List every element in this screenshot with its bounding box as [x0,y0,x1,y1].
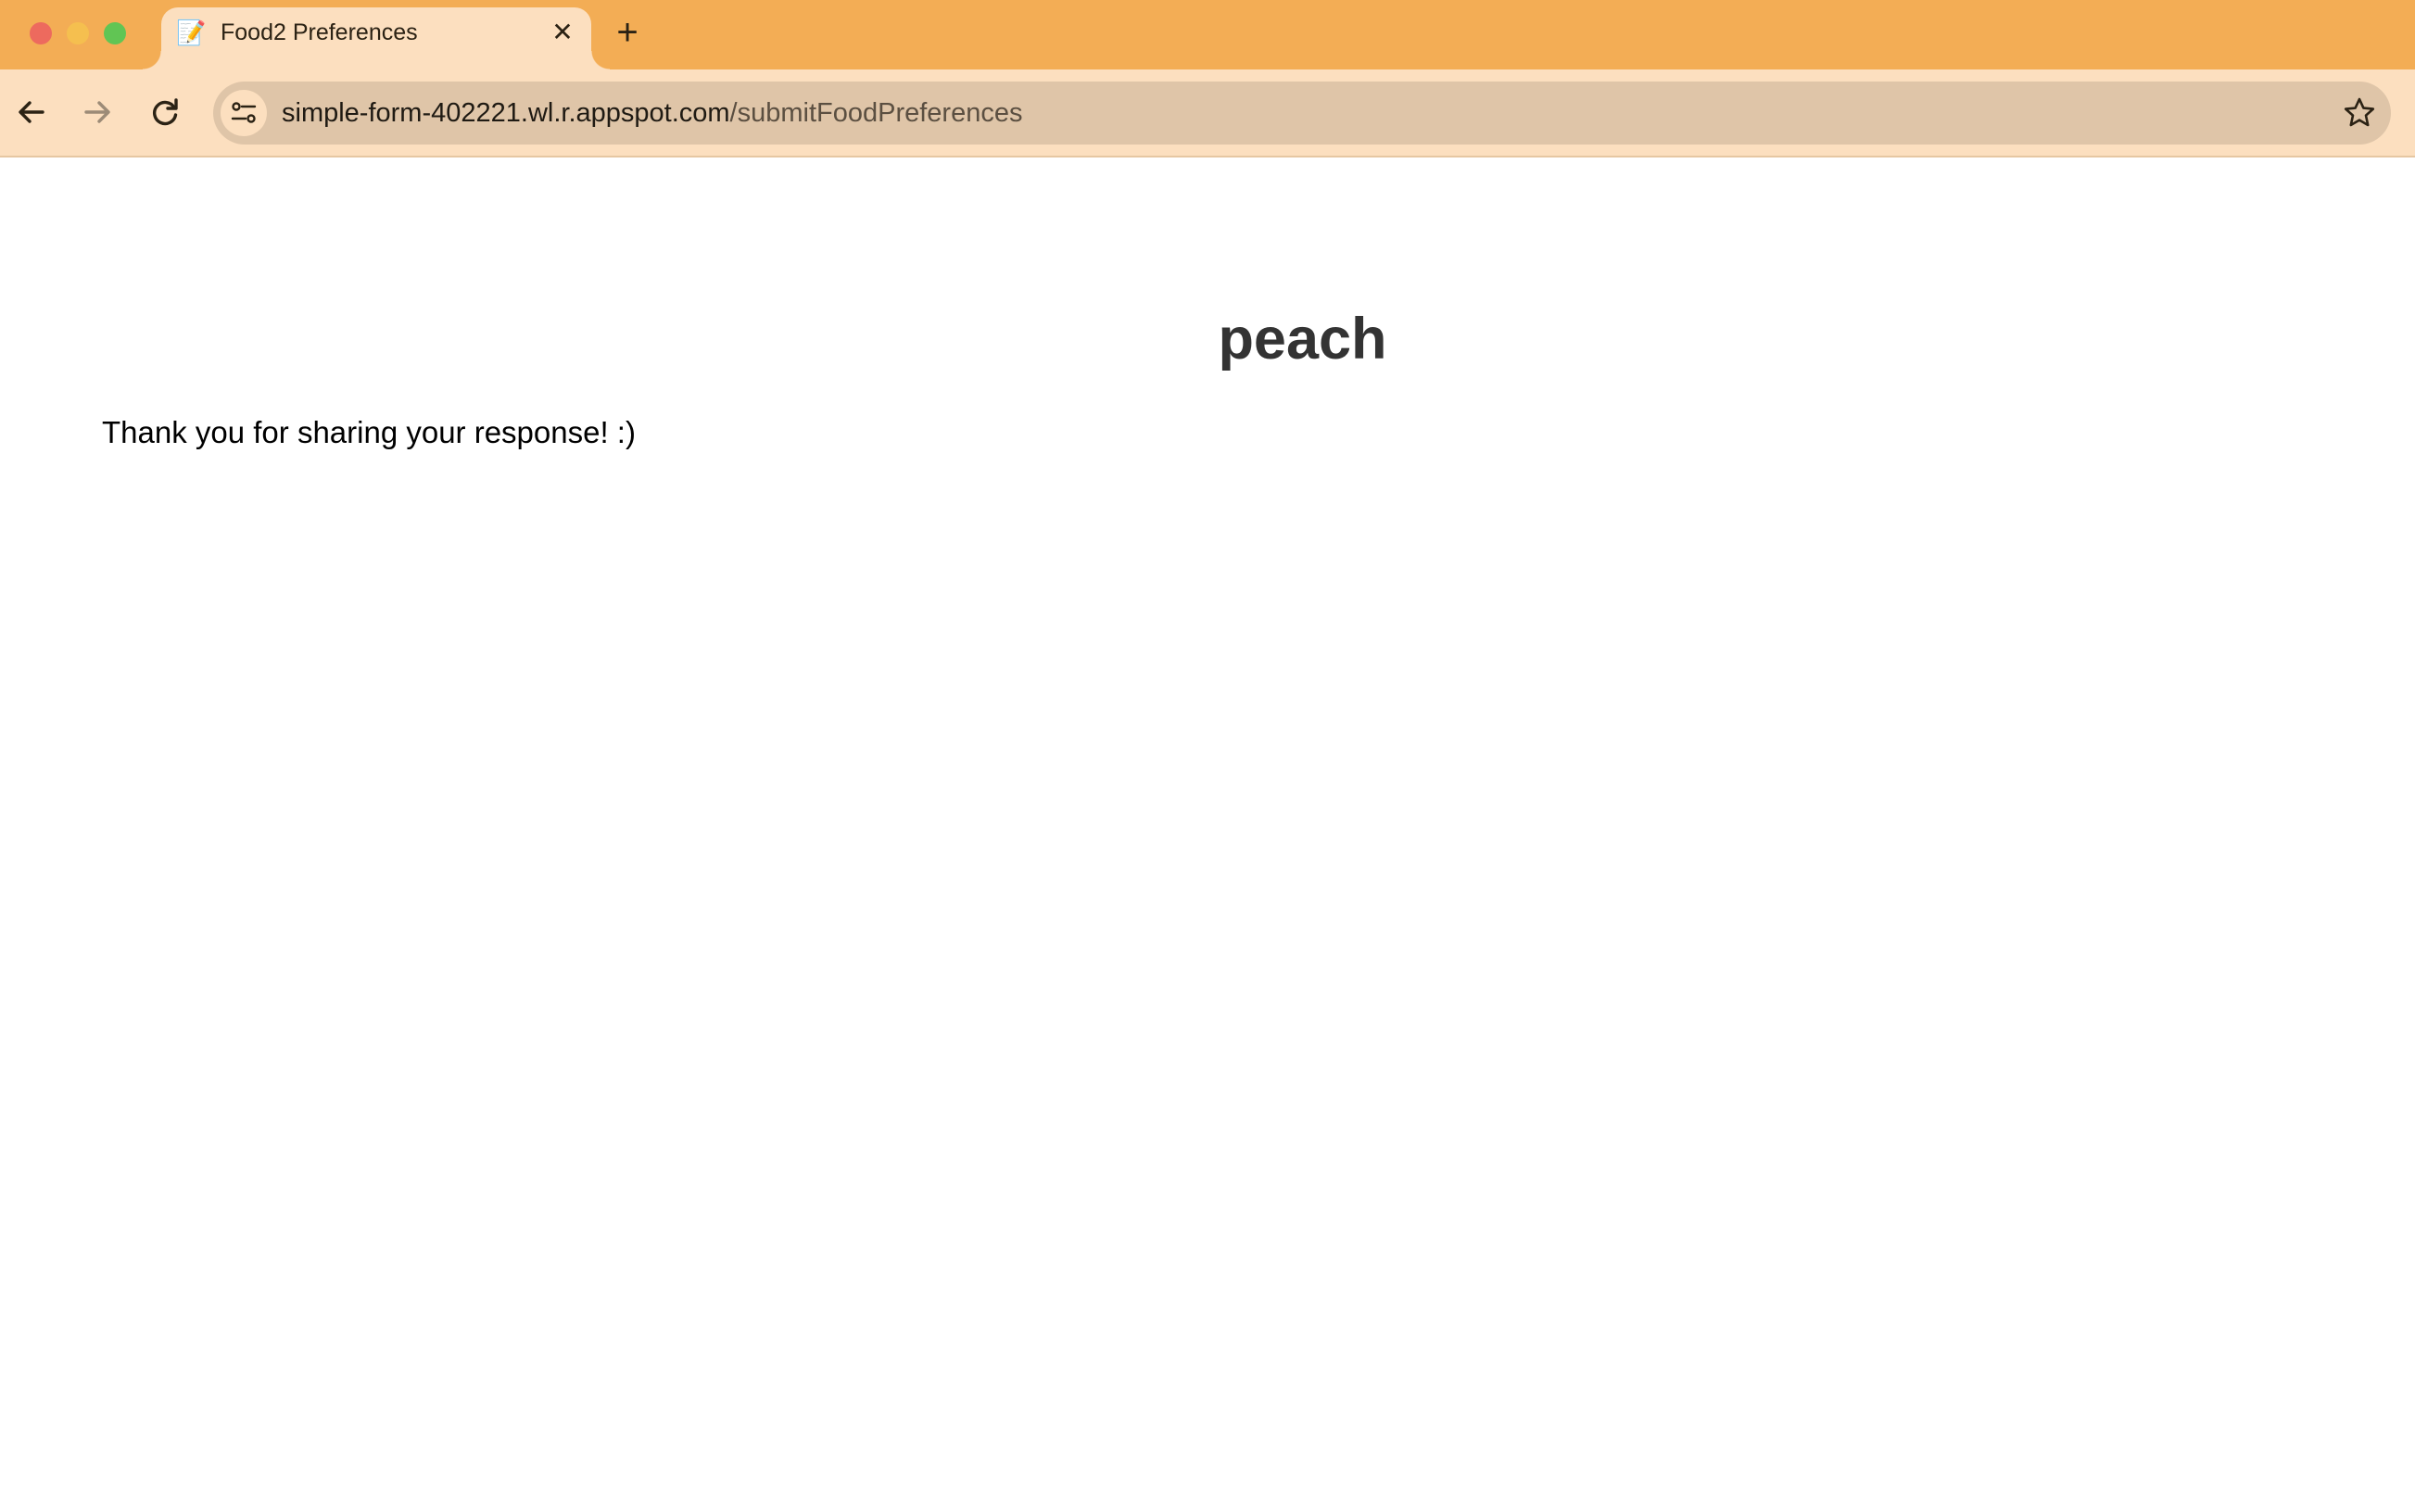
url-host: simple-form-402221.wl.r.appspot.com [282,98,730,128]
memo-icon: 📝 [176,19,207,46]
back-button[interactable] [11,92,52,132]
minimize-window-button[interactable] [67,22,89,44]
close-window-button[interactable] [30,22,52,44]
close-tab-icon[interactable]: ✕ [547,17,578,48]
star-icon [2344,97,2375,127]
bookmark-button[interactable] [2341,94,2378,132]
confirmation-message: Thank you for sharing your response! :) [102,415,636,449]
arrow-left-icon [19,101,44,123]
arrow-right-icon [84,101,110,123]
browser-toolbar: simple-form-402221.wl.r.appspot.com/subm… [0,69,2415,158]
maximize-window-button[interactable] [104,22,126,44]
tune-icon [231,102,257,123]
url-text[interactable]: simple-form-402221.wl.r.appspot.com/subm… [282,97,1022,129]
tab-title: Food2 Preferences [221,19,418,45]
active-tab[interactable]: 📝 Food2 Preferences ✕ [143,7,610,69]
tab-strip: 📝 Food2 Preferences ✕ + [0,0,2415,69]
reload-icon [153,98,178,126]
new-tab-button[interactable]: + [609,14,646,52]
reload-button[interactable] [145,92,185,132]
site-info-button[interactable] [221,90,267,136]
address-bar[interactable]: simple-form-402221.wl.r.appspot.com/subm… [213,82,2391,145]
forward-button[interactable] [77,92,118,132]
page-heading: peach [1218,307,1387,372]
url-path: /submitFoodPreferences [729,98,1023,128]
